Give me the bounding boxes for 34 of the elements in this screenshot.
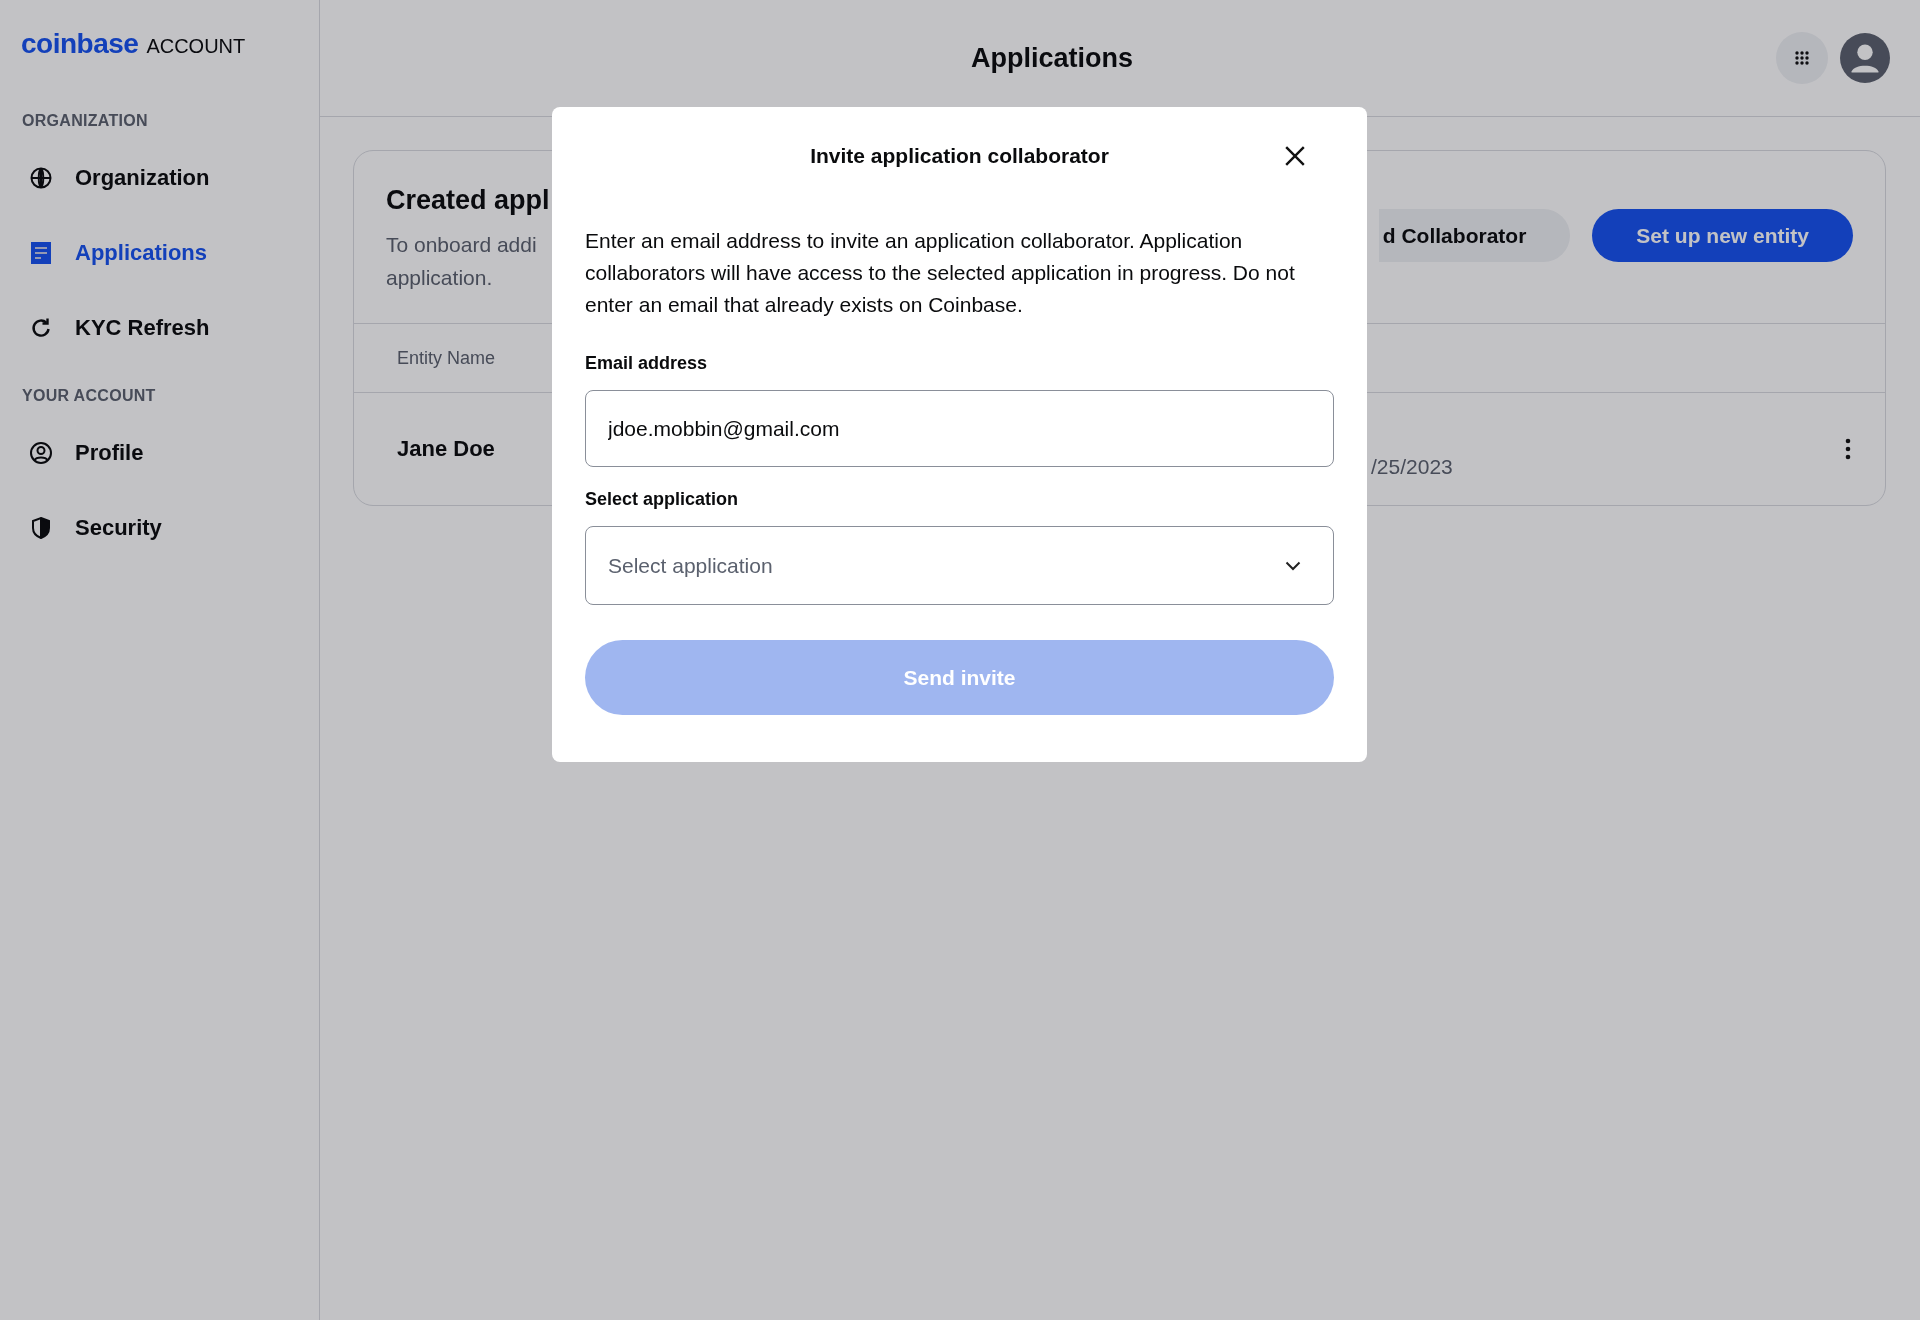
close-icon[interactable]	[1284, 145, 1306, 167]
avatar-icon[interactable]	[1840, 33, 1890, 83]
table-cell-text: /25/2023	[1371, 454, 1453, 479]
table-cell: Jane Doe	[397, 436, 495, 462]
user-circle-icon	[29, 440, 53, 465]
apps-grid-button[interactable]	[1776, 32, 1828, 84]
chevron-down-icon	[1285, 560, 1301, 571]
shield-icon	[29, 515, 53, 540]
section-heading: ORGANIZATION	[21, 111, 149, 131]
globe-icon	[29, 165, 53, 190]
section-heading: YOUR ACCOUNT	[21, 386, 157, 406]
nav-item[interactable]: Profile	[0, 415, 319, 490]
product-label: ACCOUNT	[146, 35, 246, 58]
dialog-title: Invite application collaborator	[810, 143, 1109, 169]
field-label: Select application	[585, 489, 740, 510]
nav-item[interactable]: KYC Refresh	[0, 290, 319, 365]
card-description: To onboard addi	[386, 232, 538, 258]
card-description: application.	[386, 265, 494, 291]
collaborator-button[interactable]: d Collaborator	[1378, 209, 1571, 262]
column-header: Entity Name	[397, 347, 496, 369]
page-title: Applications	[971, 42, 1133, 74]
field-label: Email address	[585, 353, 709, 374]
email-field[interactable]: jdoe.mobbin@gmail.com	[585, 390, 1334, 467]
nav-item[interactable]: Organization	[0, 140, 319, 215]
brand-logo: coinbase	[21, 28, 139, 60]
dialog-description: Enter an email address to invite an application collaborator. Application collaborators will have access to the selected application in progress. Do not enter an email that already exists on Coinbase.	[585, 228, 1296, 318]
nav-item[interactable]: Security	[0, 490, 319, 565]
document-icon	[29, 240, 53, 265]
setup-button[interactable]: Set up new entity	[1592, 209, 1853, 262]
grid-icon	[1794, 50, 1810, 66]
more-icon[interactable]	[1845, 438, 1851, 460]
nav-item[interactable]: Applications	[0, 215, 319, 290]
card-title: Created appl	[386, 185, 550, 216]
application-select[interactable]: Select application	[585, 526, 1334, 605]
